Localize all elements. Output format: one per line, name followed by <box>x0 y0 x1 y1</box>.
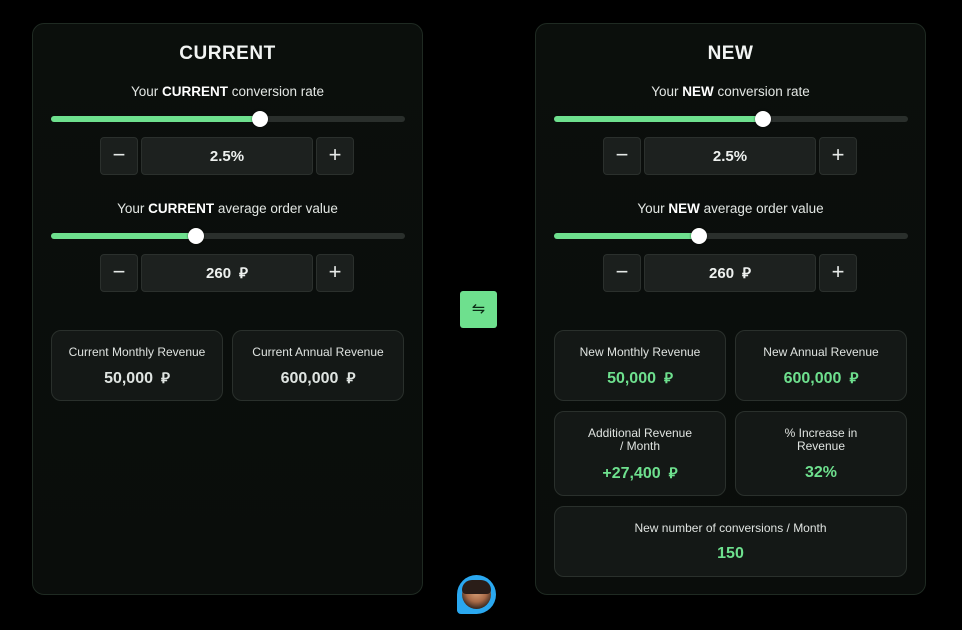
new-annual-revenue-card: New Annual Revenue 600,000 ⃁ <box>735 330 907 401</box>
slider-thumb[interactable] <box>754 111 771 127</box>
card-value: 600,000 ⃁ <box>280 369 356 387</box>
card-value: 32% <box>804 464 838 481</box>
currency-icon: ⃁ <box>239 264 248 282</box>
current-aov-stepper: − 260 ⃁ + <box>100 254 354 292</box>
card-title: % Increase in Revenue <box>784 426 858 453</box>
current-aov-label: Your CURRENT average order value <box>117 201 338 216</box>
avatar-hair <box>462 580 491 594</box>
new-monthly-revenue-card: New Monthly Revenue 50,000 ⃁ <box>554 330 726 401</box>
new-conversion-label: Your NEW conversion rate <box>651 84 810 99</box>
decrement-button[interactable]: − <box>100 254 138 292</box>
current-conversion-label: Your CURRENT conversion rate <box>130 84 325 99</box>
new-aov-slider[interactable] <box>554 228 908 244</box>
new-panel-title: NEW <box>707 43 754 64</box>
new-aov-stepper: − 260 ⃁ + <box>603 254 857 292</box>
card-value: 50,000 ⃁ <box>607 369 673 387</box>
current-panel-title: CURRENT <box>179 43 276 64</box>
increment-button[interactable]: + <box>316 137 354 175</box>
decrement-button[interactable]: − <box>100 137 138 175</box>
card-value: 150 <box>717 545 744 562</box>
swap-arrows-icon[interactable]: ⇋ <box>460 291 497 328</box>
currency-icon: ⃁ <box>668 464 678 482</box>
card-value: +27,400 ⃁ <box>602 464 678 482</box>
current-panel: CURRENT Your CURRENT conversion rate − 2… <box>32 23 423 595</box>
new-conversion-value[interactable]: 2.5% <box>644 137 816 175</box>
new-conversions-card: New number of conversions / Month 150 <box>554 506 907 577</box>
current-monthly-revenue-card: Current Monthly Revenue 50,000 ⃁ <box>51 330 223 401</box>
slider-thumb[interactable] <box>188 228 205 244</box>
new-aov-value[interactable]: 260 ⃁ <box>644 254 816 292</box>
currency-icon: ⃁ <box>849 369 859 387</box>
current-aov-slider[interactable] <box>51 228 405 244</box>
new-conversion-stepper: − 2.5% + <box>603 137 857 175</box>
new-conversion-slider[interactable] <box>554 111 908 127</box>
card-title: New Monthly Revenue <box>579 345 701 359</box>
current-annual-revenue-card: Current Annual Revenue 600,000 ⃁ <box>232 330 404 401</box>
slider-fill <box>51 116 260 122</box>
card-value: 50,000 ⃁ <box>104 369 170 387</box>
current-conversion-value[interactable]: 2.5% <box>141 137 313 175</box>
slider-thumb[interactable] <box>691 228 708 244</box>
increment-button[interactable]: + <box>316 254 354 292</box>
increment-button[interactable]: + <box>819 137 857 175</box>
decrement-button[interactable]: − <box>603 254 641 292</box>
slider-fill <box>51 233 197 239</box>
card-title: Current Annual Revenue <box>252 345 384 359</box>
card-value: 600,000 ⃁ <box>783 369 859 387</box>
currency-icon: ⃁ <box>664 369 673 387</box>
percent-increase-card: % Increase in Revenue 32% <box>735 411 907 496</box>
card-title: Current Monthly Revenue <box>68 345 206 359</box>
currency-icon: ⃁ <box>161 369 170 387</box>
slider-fill <box>554 116 763 122</box>
currency-icon: ⃁ <box>742 264 751 282</box>
slider-thumb[interactable] <box>251 111 268 127</box>
additional-revenue-card: Additional Revenue / Month +27,400 ⃁ <box>554 411 726 496</box>
current-conversion-stepper: − 2.5% + <box>100 137 354 175</box>
card-title: New number of conversions / Month <box>634 521 827 535</box>
chat-avatar-icon[interactable] <box>457 575 496 614</box>
slider-fill <box>554 233 700 239</box>
currency-icon: ⃁ <box>346 369 356 387</box>
current-aov-value[interactable]: 260 ⃁ <box>141 254 313 292</box>
new-aov-label: Your NEW average order value <box>637 201 824 216</box>
decrement-button[interactable]: − <box>603 137 641 175</box>
current-conversion-slider[interactable] <box>51 111 405 127</box>
new-panel: NEW Your NEW conversion rate − 2.5% + Yo… <box>535 23 926 595</box>
increment-button[interactable]: + <box>819 254 857 292</box>
card-title: Additional Revenue / Month <box>587 426 693 453</box>
card-title: New Annual Revenue <box>763 345 879 359</box>
